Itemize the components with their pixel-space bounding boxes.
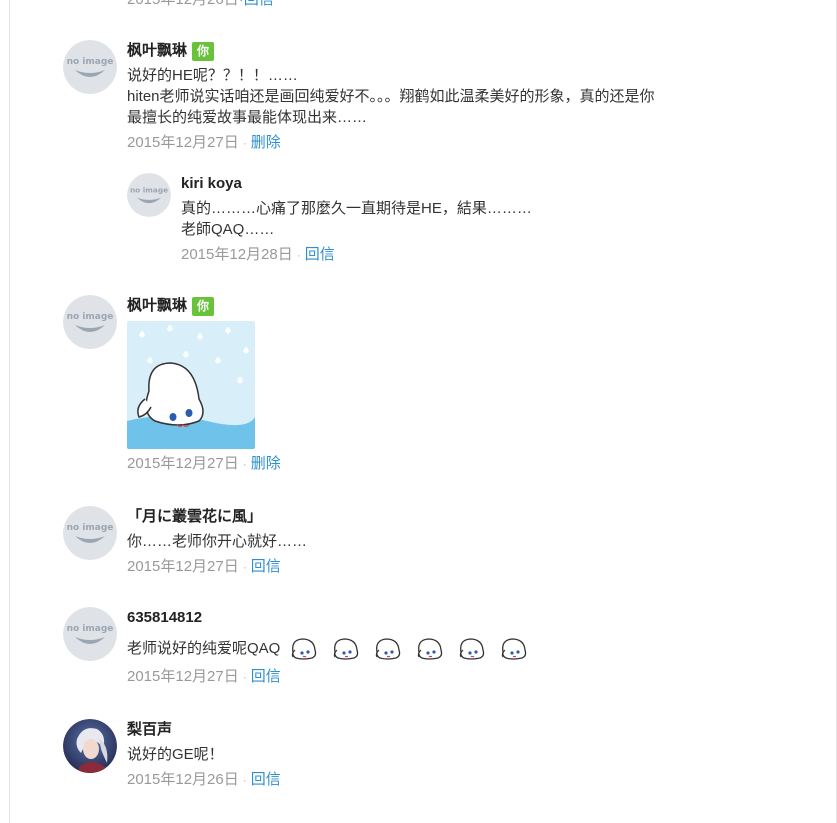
reply-link[interactable]: 回信 [251, 558, 281, 575]
comment-item: 梨百声 说好的GE呢！ 2015年12月26日 · 回信 [63, 719, 463, 799]
comment-date: 2015年12月27日 [127, 134, 239, 151]
reply-date: 2015年12月28日 [181, 246, 293, 263]
no-image-avatar[interactable]: no image [63, 40, 117, 94]
reply-link[interactable]: 回信 [244, 0, 274, 8]
comment-username[interactable]: 梨百声 [127, 719, 172, 741]
comment-meta-partial: 2015年12月26日·回信 [127, 0, 274, 9]
svg-text:no image: no image [67, 57, 114, 67]
comment-date: 2015年12月26日 [127, 0, 239, 8]
ghost-emoji-icon [374, 636, 402, 660]
svg-text:no image: no image [67, 523, 114, 533]
ghost-emoji-icon [458, 636, 486, 660]
comment-date: 2015年12月27日 [127, 455, 239, 472]
no-image-avatar[interactable]: no image [63, 607, 117, 661]
comment-text: 说好的GE呢！ [127, 746, 224, 763]
delete-link[interactable]: 删除 [251, 134, 281, 151]
delete-link[interactable]: 删除 [251, 455, 281, 472]
reply-link[interactable]: 回信 [251, 771, 281, 788]
comment-text: 你……老师你开心就好…… [127, 533, 308, 550]
comment-date: 2015年12月27日 [127, 668, 239, 685]
comment-item: no image 枫叶飘琳 你 2015年12月27日 · 删除 [63, 295, 463, 485]
ghost-emoji-icon [332, 636, 360, 660]
comment-date: 2015年12月26日 [127, 771, 239, 788]
left-divider [9, 0, 10, 823]
comment-username[interactable]: 枫叶飘琳 [127, 295, 187, 317]
svg-text:no image: no image [67, 624, 114, 634]
comment-meta: 2015年12月26日 · 回信 [127, 771, 281, 788]
comment-meta: 2015年12月27日 · 删除 [127, 455, 281, 472]
comment-meta: 2015年12月27日 · 回信 [127, 558, 281, 575]
comment-username[interactable]: 635814812 [127, 607, 202, 629]
comment-text: 说好的HE呢？？！！…… hiten老师说实话咱还是画回纯爱好不。。。翔鹤如此温… [127, 67, 655, 126]
reply-text: 真的………心痛了那麼久一直期待是HE，結果……… 老師QAQ…… [181, 200, 532, 238]
emoji-row [290, 636, 528, 660]
reply-username[interactable]: kiri koya [181, 173, 242, 195]
no-image-avatar[interactable]: no image [63, 295, 117, 349]
comment-text: 老师说好的纯爱呢QAQ [127, 636, 528, 660]
svg-text:no image: no image [67, 312, 114, 322]
comment-meta: 2015年12月27日 · 回信 [127, 668, 281, 685]
user-photo-avatar[interactable] [63, 719, 117, 773]
svg-text:no image: no image [130, 186, 168, 195]
comment-username[interactable]: 枫叶飘琳 [127, 40, 187, 62]
you-badge: 你 [192, 41, 215, 61]
no-image-avatar[interactable]: no image [127, 173, 171, 217]
you-badge: 你 [192, 296, 215, 316]
comment-date: 2015年12月27日 [127, 558, 239, 575]
ghost-emoji-icon [500, 636, 528, 660]
comment-username[interactable]: 「月に叢雲花に風」 [127, 506, 262, 528]
crying-ghost-sticker[interactable] [127, 321, 255, 449]
reply-link[interactable]: 回信 [305, 246, 335, 263]
comment-meta: 2015年12月27日 · 删除 [127, 134, 281, 151]
no-image-avatar[interactable]: no image [63, 506, 117, 560]
comment-item: no image 「月に叢雲花に風」 你……老师你开心就好…… 2015年12月… [63, 506, 463, 586]
reply-link[interactable]: 回信 [251, 668, 281, 685]
ghost-emoji-icon [416, 636, 444, 660]
comment-item: no image 635814812 老师说好的纯爱呢QAQ 2015年12月2… [63, 607, 603, 692]
reply-item: no image kiri koya 真的………心痛了那麼久一直期待是HE，結果… [127, 173, 687, 273]
reply-meta: 2015年12月28日 · 回信 [181, 246, 335, 263]
ghost-emoji-icon [290, 636, 318, 660]
